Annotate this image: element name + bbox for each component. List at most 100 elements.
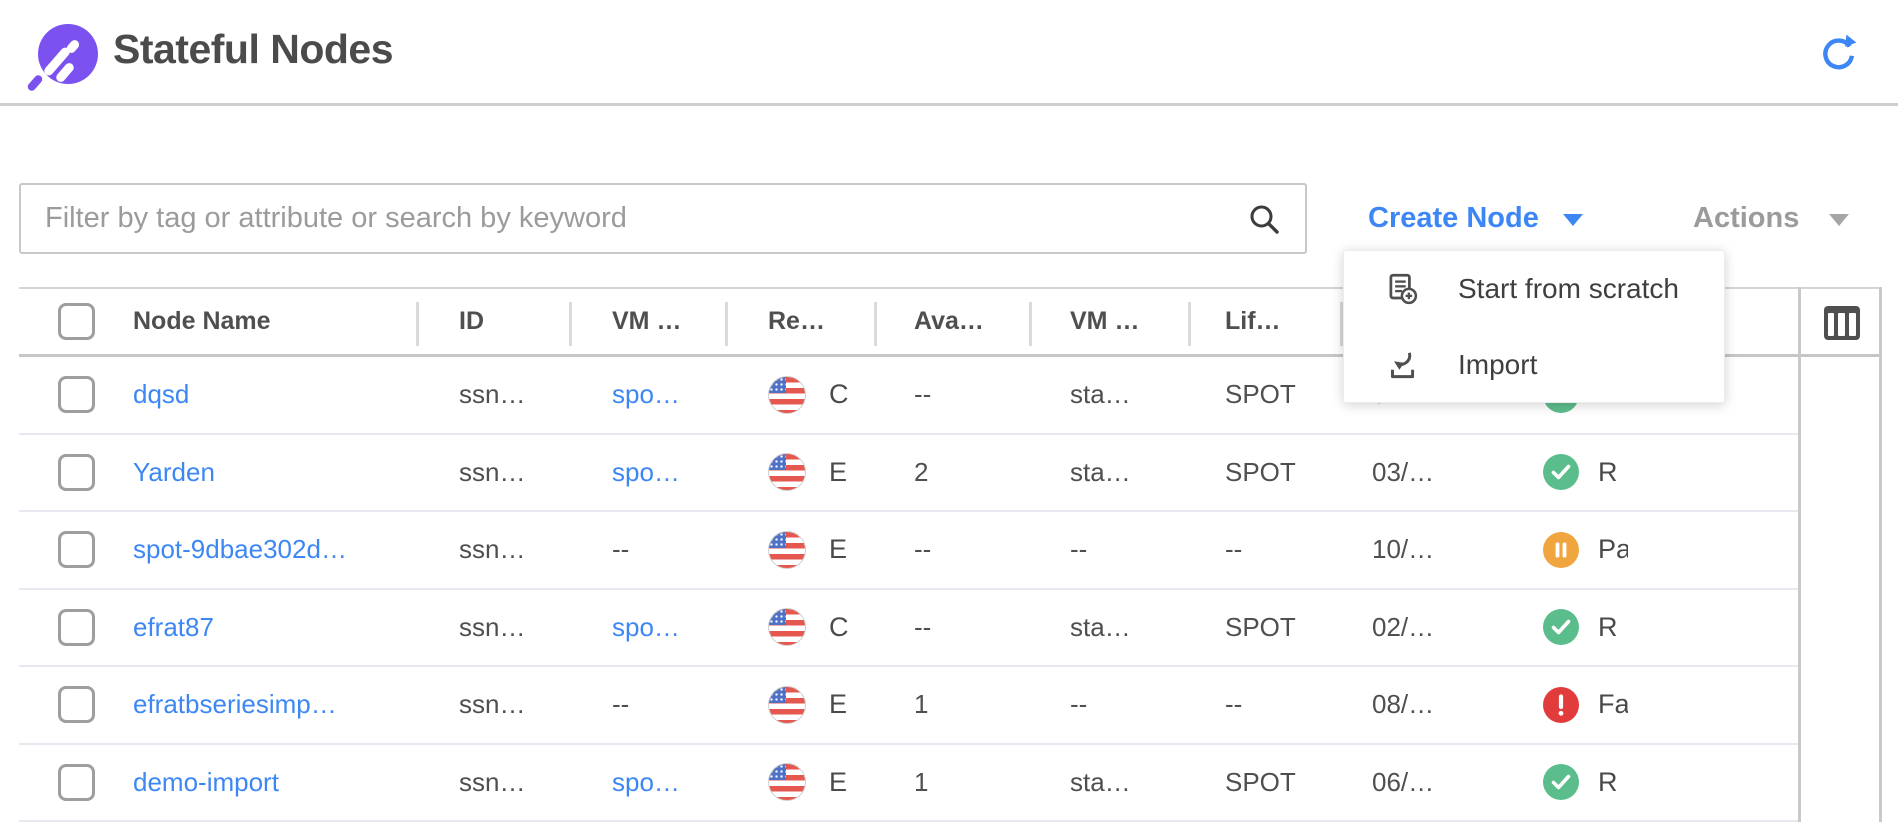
lifecycle-value: SPOT: [1225, 612, 1296, 643]
row-checkbox[interactable]: [58, 454, 95, 491]
header-cell-region[interactable]: Re…: [725, 307, 874, 336]
status-label: R: [1598, 457, 1628, 488]
cell-availability: --: [874, 612, 1029, 643]
cell-region: E: [725, 686, 874, 724]
row-checkbox[interactable]: [58, 609, 95, 646]
node-name-link[interactable]: demo-import: [133, 767, 279, 798]
us-flag-icon: [768, 608, 806, 646]
flag-canton: [769, 687, 786, 703]
cell-lifecycle: SPOT: [1188, 379, 1340, 410]
cell-node-name: spot-9dbae302d…: [19, 531, 416, 568]
flag-canton: [769, 609, 786, 625]
menu-item-start-from-scratch[interactable]: Start from scratch: [1344, 251, 1724, 327]
vm-link: --: [612, 534, 629, 565]
us-flag-icon: [768, 763, 806, 801]
cell-region: C: [725, 376, 874, 414]
node-id: ssn…: [459, 689, 525, 720]
node-name-link[interactable]: efrat87: [133, 612, 214, 643]
vm-link[interactable]: spo…: [612, 612, 680, 643]
chevron-down-icon: [1829, 214, 1849, 226]
cell-id: ssn…: [416, 612, 569, 643]
cell-status: Fa: [1520, 687, 1798, 723]
note-add-icon: [1384, 271, 1420, 307]
logo-tail-stripe: [26, 74, 44, 93]
vm-link[interactable]: spo…: [612, 767, 680, 798]
cell-availability: --: [874, 534, 1029, 565]
header-cell-node-name[interactable]: Node Name: [19, 303, 416, 340]
header-divider: [0, 103, 1898, 106]
cell-id: ssn…: [416, 457, 569, 488]
availability-value: 1: [914, 689, 928, 720]
column-picker-button[interactable]: [1801, 289, 1882, 356]
flag-canton: [769, 532, 786, 548]
us-flag-icon: [768, 531, 806, 569]
node-name-link[interactable]: efratbseriesimp…: [133, 689, 337, 720]
stateful-nodes-page: Stateful Nodes Create Node Actions: [0, 0, 1898, 822]
cell-node-name: Yarden: [19, 454, 416, 491]
region-label: E: [829, 534, 847, 565]
region-label: C: [829, 379, 849, 410]
import-icon: [1384, 347, 1420, 383]
vm-link[interactable]: spo…: [612, 379, 680, 410]
cell-id: ssn…: [416, 379, 569, 410]
create-node-menu: Start from scratch Import: [1343, 250, 1725, 403]
cell-node-name: demo-import: [19, 764, 416, 801]
cell-availability: 2: [874, 457, 1029, 488]
row-checkbox[interactable]: [58, 686, 95, 723]
node-name-link[interactable]: spot-9dbae302d…: [133, 534, 347, 565]
node-name-link[interactable]: dqsd: [133, 379, 189, 410]
menu-item-label: Start from scratch: [1458, 273, 1679, 305]
region-label: E: [829, 689, 847, 720]
us-flag-icon: [768, 376, 806, 414]
filter-input[interactable]: [21, 185, 1305, 252]
cell-vm: spo…: [569, 379, 725, 410]
menu-item-label: Import: [1458, 349, 1537, 381]
cell-lifecycle: --: [1188, 689, 1340, 720]
cell-vm: --: [569, 689, 725, 720]
refresh-icon[interactable]: [1818, 33, 1858, 73]
table-row: demo-importssn…spo…E1sta…SPOT06/…R: [19, 745, 1798, 822]
cell-created: 03/…: [1340, 457, 1520, 488]
created-date: 10/…: [1372, 534, 1434, 565]
table-body: dqsdssn…spo…C--sta…SPOT02/…RYardenssn…sp…: [19, 357, 1882, 822]
vm-link: --: [612, 689, 629, 720]
status-label: Fa: [1598, 689, 1628, 720]
availability-value: --: [914, 379, 931, 410]
vm-state-value: sta…: [1070, 612, 1131, 643]
node-name-link[interactable]: Yarden: [133, 457, 215, 488]
cell-vm-state: sta…: [1029, 612, 1188, 643]
vm-link[interactable]: spo…: [612, 457, 680, 488]
availability-value: --: [914, 534, 931, 565]
actions-button[interactable]: Actions: [1693, 194, 1849, 242]
cell-availability: --: [874, 379, 1029, 410]
filter-box: [19, 183, 1307, 254]
node-id: ssn…: [459, 612, 525, 643]
cell-vm-state: --: [1029, 534, 1188, 565]
created-date: 03/…: [1372, 457, 1434, 488]
cell-node-name: efrat87: [19, 609, 416, 646]
header-cell-vm-state[interactable]: VM …: [1029, 307, 1188, 336]
table-row: efrat87ssn…spo…C--sta…SPOT02/…R: [19, 590, 1798, 668]
menu-item-import[interactable]: Import: [1344, 327, 1724, 403]
created-date: 06/…: [1372, 767, 1434, 798]
cell-lifecycle: SPOT: [1188, 612, 1340, 643]
node-id: ssn…: [459, 457, 525, 488]
table-right-border: [1879, 287, 1882, 822]
region-label: E: [829, 457, 847, 488]
select-all-checkbox[interactable]: [58, 303, 95, 340]
create-node-button[interactable]: Create Node: [1368, 194, 1583, 242]
header-cell-lifecycle[interactable]: Lif…: [1188, 307, 1340, 336]
header-cell-availability[interactable]: Ava…: [874, 307, 1029, 336]
row-checkbox[interactable]: [58, 376, 95, 413]
header-cell-id[interactable]: ID: [416, 307, 569, 336]
vm-state-value: sta…: [1070, 457, 1131, 488]
vm-state-value: --: [1070, 689, 1087, 720]
row-checkbox[interactable]: [58, 764, 95, 801]
page-title: Stateful Nodes: [113, 26, 393, 73]
cell-availability: 1: [874, 767, 1029, 798]
row-checkbox[interactable]: [58, 531, 95, 568]
vm-state-value: --: [1070, 534, 1087, 565]
cell-created: 10/…: [1340, 534, 1520, 565]
chevron-down-icon: [1563, 214, 1583, 226]
header-cell-vm[interactable]: VM …: [569, 307, 725, 336]
